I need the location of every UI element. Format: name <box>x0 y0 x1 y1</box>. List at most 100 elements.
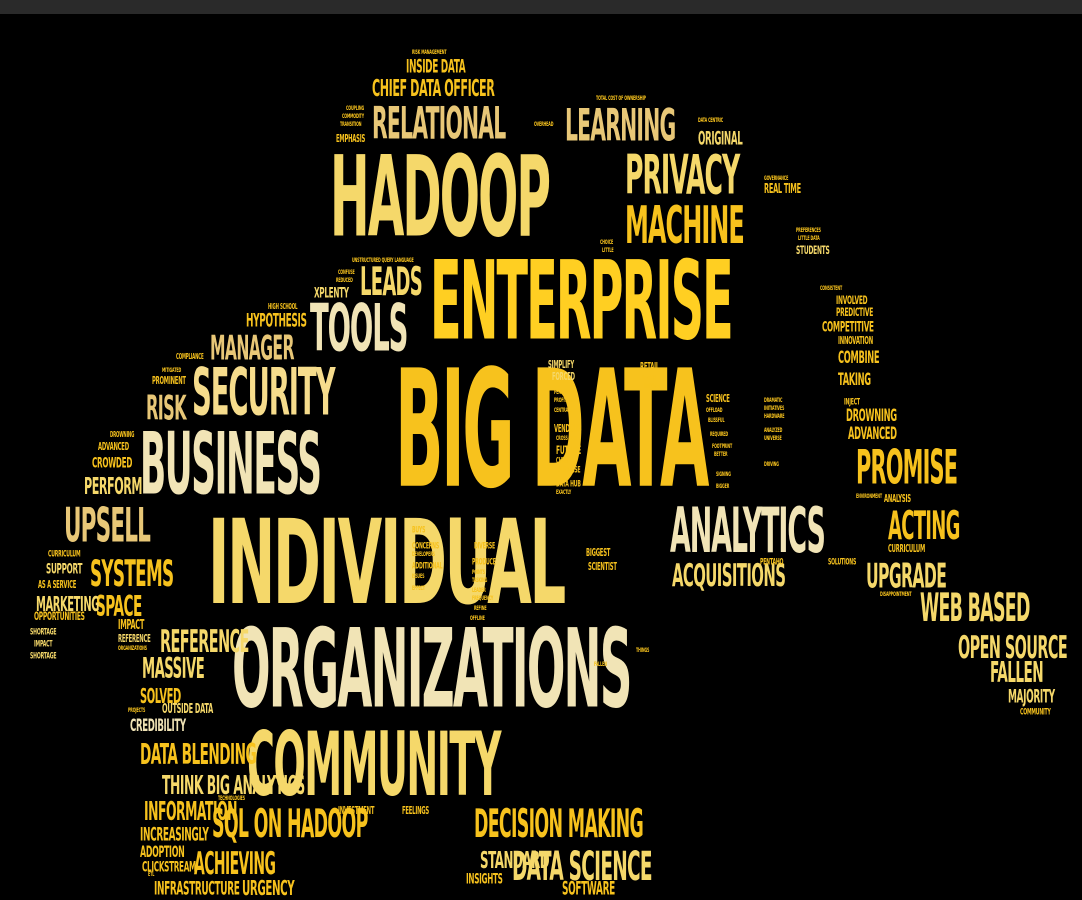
word-choice: CHOICE <box>600 238 614 247</box>
word-community: COMMUNITY <box>1020 706 1051 718</box>
word-solutions: SYSTEMS <box>90 552 174 595</box>
word-drowning: DROWNING <box>110 430 135 440</box>
top-bar <box>0 0 1082 14</box>
word-reduced: REDUCED <box>336 276 353 285</box>
word-organizations: ORGANIZATIONS <box>118 644 147 653</box>
word-additional: EFFECT <box>412 584 425 593</box>
word-original: ORIGINAL <box>698 128 743 150</box>
word-reference: REFERENCE <box>118 632 151 645</box>
word-complex: INJECT <box>844 396 860 408</box>
word-points: LEADER <box>472 586 486 595</box>
word-web-based: IMPACT <box>34 638 53 650</box>
word-leads: LEADS <box>360 260 423 306</box>
word-perform: ENVIRONMENT <box>856 492 883 501</box>
word-processing: ANALYTICS <box>670 494 826 568</box>
word-frequency: OFFLINE <box>470 614 485 623</box>
word-acquisitions: AS A SERVICE <box>38 578 77 591</box>
word-vendors: VENDORS <box>554 422 582 435</box>
word-unstructured-query-language: UNSTRUCTURED QUERY LANGUAGE <box>352 256 414 265</box>
word-as-a-service: OPPORTUNITIES <box>34 610 85 624</box>
word-consistent: CONSISTENT <box>820 284 843 293</box>
word-predictive: PREDICTIVE <box>836 306 874 320</box>
word-solved: OPEN SOURCE <box>958 629 1068 666</box>
word-preferences: PREFERENCES <box>796 226 821 235</box>
word-urgency: INSIGHTS <box>466 870 503 888</box>
word-scientist: SOLUTIONS <box>828 556 857 568</box>
word-combine: COMBINE <box>838 348 880 369</box>
word-information: DATA BLENDING <box>140 739 257 772</box>
word-transition: TRANSITION <box>340 120 362 129</box>
word-offline: SCIENTIST <box>588 560 617 573</box>
word-crowded: CROWDED <box>92 454 133 472</box>
word-forced: FORCED <box>552 370 575 383</box>
word-concerns: ADDITIONAL <box>412 560 443 572</box>
word-succeed: SUCCEED <box>644 382 661 391</box>
word-biggest: PENTAHO <box>760 556 784 568</box>
word-fallen: FALLEN <box>594 660 607 669</box>
word-central: CENTRAL <box>554 406 570 415</box>
word-think-big-analytics: CREDIBILITY <box>130 716 186 737</box>
word-total-cost-of-ownership: TOTAL COST OF OWNERSHIP <box>596 94 646 103</box>
word-systems: UPGRADE <box>866 557 947 597</box>
word-hpc: PROMISE <box>856 442 958 496</box>
word-tools: TOOLS <box>310 290 408 367</box>
word-high-school: HIGH SCHOOL <box>268 302 298 312</box>
word-moving: DROWNING <box>846 406 897 427</box>
word-leader: REFINE <box>474 604 487 613</box>
word-footprint: FOOTPRINT <box>712 442 733 451</box>
word-security: SECURITY <box>192 354 335 431</box>
word-better: BETTER <box>714 450 728 459</box>
word-cross-sell: CROSS SELL <box>556 434 578 443</box>
word-risk: RISK <box>146 389 187 429</box>
word-diverse: POINTS <box>472 568 486 577</box>
word-decision-making: FEELINGS <box>402 804 430 817</box>
word-alpine-data-labs: CURRICULUM <box>888 542 926 555</box>
word-credibility: MAJORITY <box>1008 686 1055 708</box>
word-revenue: SOFTWARE <box>562 878 615 900</box>
word-issues: DIVERSE <box>474 540 496 552</box>
word-governance: GOVERNANCE <box>764 174 789 183</box>
word-blissful: BLISSFUL <box>708 416 725 425</box>
word-signing: BIGGER <box>716 482 730 491</box>
word-simplify: SIMPLIFY <box>548 358 574 371</box>
word-opportunities: DISAPPOINTMENT <box>880 590 912 599</box>
word-environment: ANALYSIS <box>884 492 911 505</box>
word-dramatic: DRAMATIC <box>764 396 783 405</box>
word-sql-on-hadoop: INVESTMENT <box>338 804 375 817</box>
word-overhead: OVERHEAD <box>534 120 554 129</box>
word-clickstream: DECISION MAKING <box>474 802 644 848</box>
word-initiatives: INITIATIVES <box>764 404 785 413</box>
word-produce: TASKING <box>472 576 488 585</box>
word-little-data: LITTLE DATA <box>798 234 820 243</box>
word-required: REQUIRED <box>710 430 728 439</box>
word-exactly: SIGNING <box>716 470 731 479</box>
word-in-memory: INCREASINGLY <box>140 824 209 846</box>
word-open-source: ORGANIZATIONS <box>232 604 632 733</box>
word-individual: DEVELOPERS <box>412 550 435 559</box>
word-risk-management: RISK MANAGEMENT <box>412 48 447 57</box>
word-hypothesis: HYPOTHESIS <box>246 310 307 332</box>
word-impact: IMPACT <box>118 618 145 633</box>
word-data-hub: EXACTLY <box>556 488 572 497</box>
word-offload: OFFLOAD <box>706 406 723 415</box>
word-big-data: BIG DATA <box>395 336 709 525</box>
word-cloud: BIG DATA INDIVIDUAL ORGANIZATIONS ENTERP… <box>0 14 1082 898</box>
word-refine: BIGGEST <box>586 546 611 559</box>
word-inject: ADVANCED <box>848 424 897 445</box>
word-increasingly: TECHNOLOGIES <box>218 794 246 803</box>
word-competitive: COMPETITIVE <box>822 318 874 336</box>
word-prominent: PROMINENT <box>152 374 186 387</box>
word-real-time: REAL TIME <box>764 182 801 197</box>
word-science: SCIENCE <box>706 392 730 405</box>
word-analysis: UPSELL <box>64 500 151 554</box>
word-developers: ISSUES <box>412 572 425 581</box>
word-manager: MANAGER <box>210 329 294 369</box>
word-privacy: PRIVACY <box>625 142 740 207</box>
word-upsell: BUYS <box>412 524 426 536</box>
word-effect: PRODUCE <box>472 556 496 568</box>
word-universe: UNIVERSE <box>764 434 782 443</box>
word-students: STUDENTS <box>796 244 830 258</box>
word-finance: CHEAPER <box>556 456 576 466</box>
word-achieving: ADOPTION <box>140 842 185 861</box>
word-business: BUSINESS <box>140 414 322 515</box>
